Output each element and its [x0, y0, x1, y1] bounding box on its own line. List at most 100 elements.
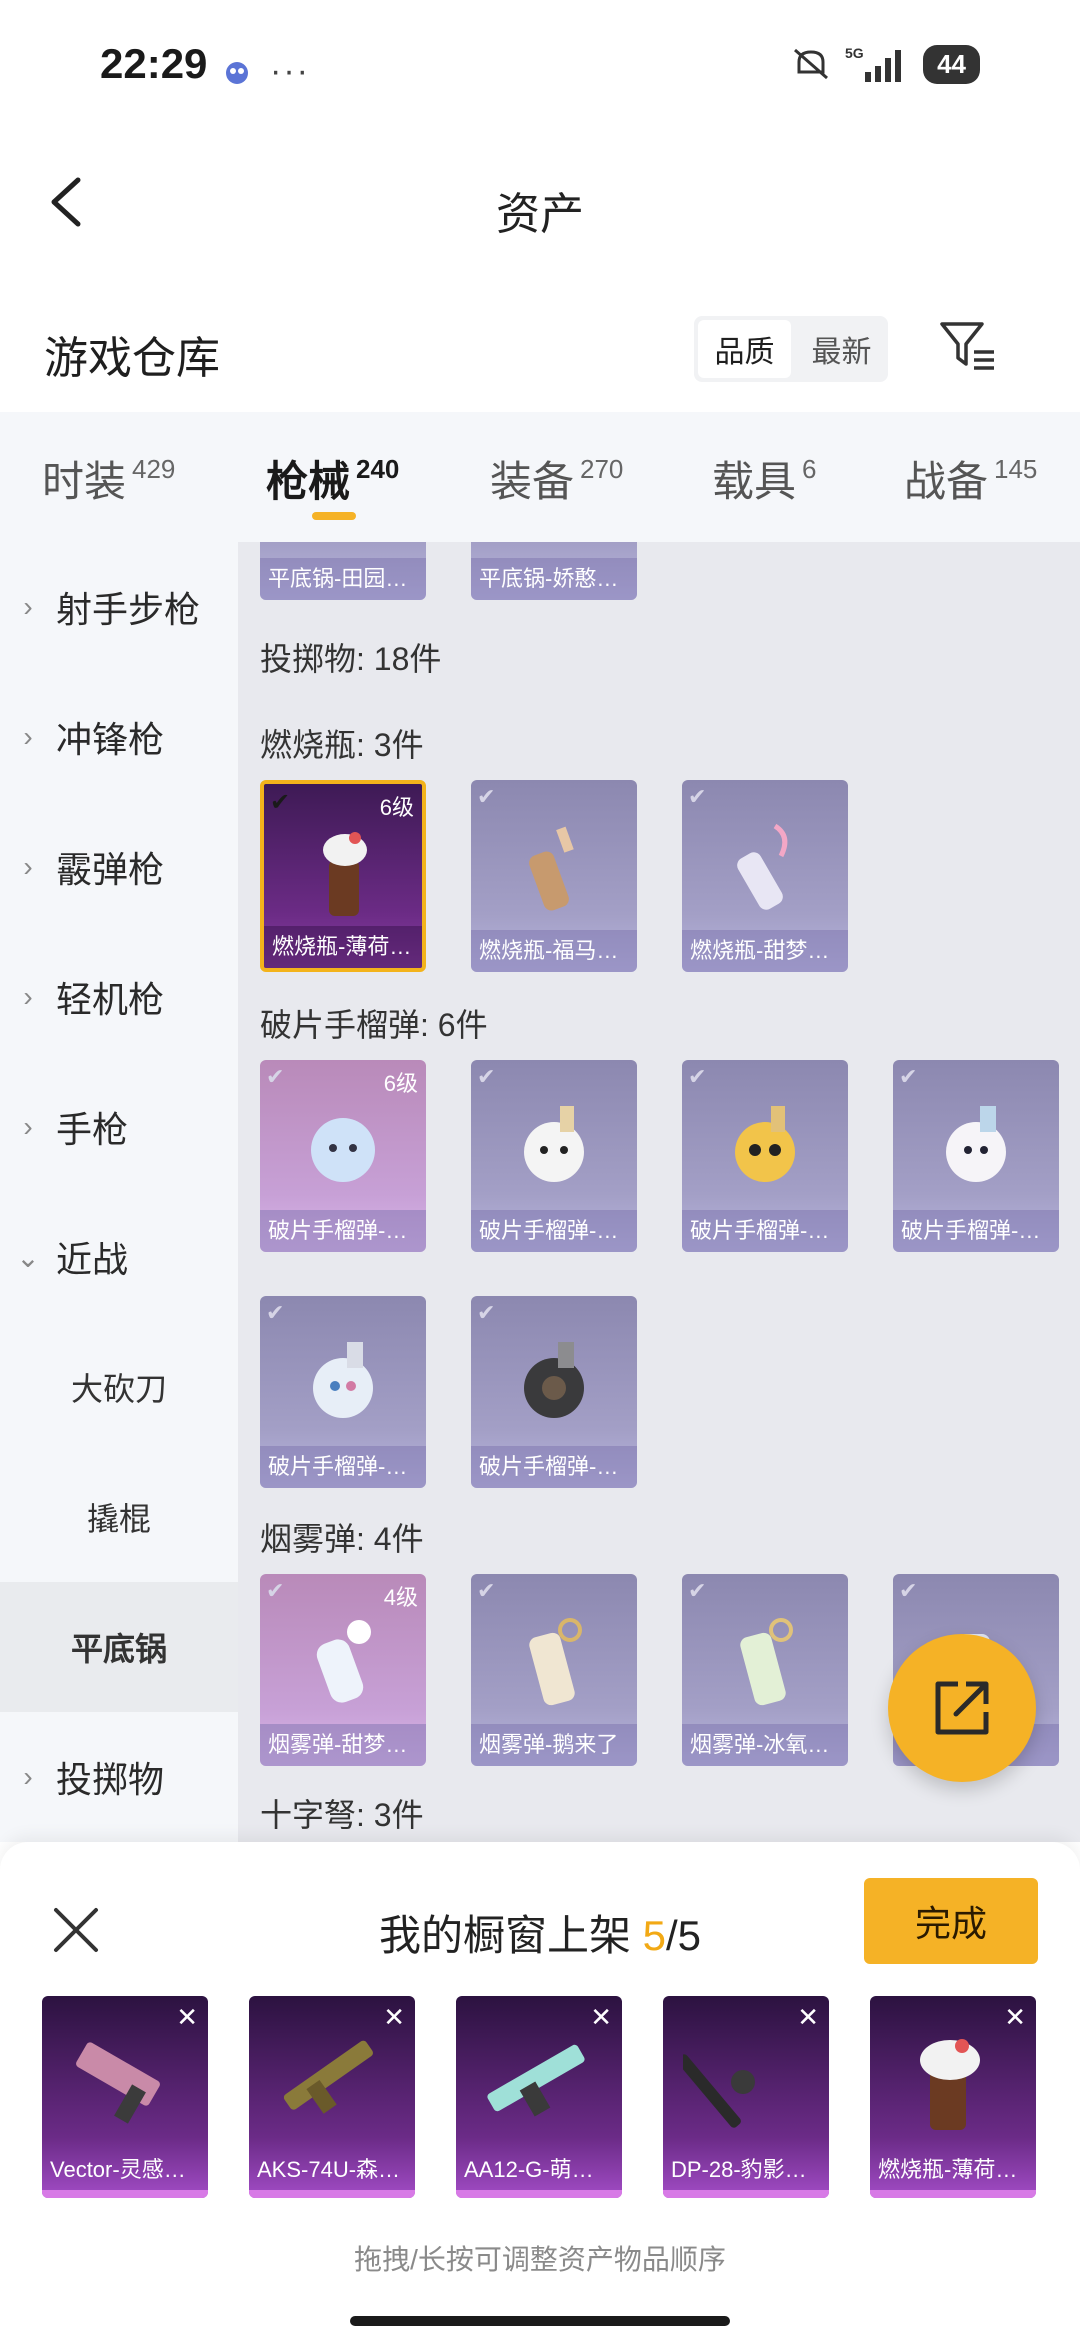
- check-icon: ✔: [477, 1064, 496, 1089]
- active-tab-indicator: [312, 512, 356, 520]
- section-label: 十字弩: 3件: [260, 1797, 424, 1833]
- section-label: 烟雾弹: 4件: [260, 1521, 424, 1557]
- sidebar-item-melee[interactable]: ⌄ 近战: [0, 1192, 238, 1322]
- shelf-item[interactable]: ✕ 燃烧瓶-薄荷…: [870, 1996, 1036, 2198]
- molotov-art: [737, 823, 788, 910]
- status-time: 22:29: [100, 40, 208, 87]
- share-button[interactable]: [888, 1634, 1036, 1782]
- filter-icon[interactable]: [938, 316, 998, 376]
- grenade-art: [524, 1106, 584, 1182]
- chevron-down-icon: ⌄: [16, 1241, 40, 1273]
- shelf-item[interactable]: ✕ DP-28-豹影…: [663, 1996, 829, 2198]
- sidebar-item-pan[interactable]: 平底锅: [0, 1582, 238, 1712]
- check-icon: ✔: [266, 1300, 285, 1325]
- check-icon: ✔: [270, 789, 291, 816]
- aa12-gun-art: [487, 2044, 585, 2117]
- sidebar-item-crowbar[interactable]: 撬棍: [0, 1452, 238, 1582]
- item-card[interactable]: ✔ 4级 烟雾弹-甜梦…: [260, 1574, 426, 1766]
- grenade-art: [524, 1342, 584, 1418]
- mute-icon: [794, 48, 829, 80]
- sidebar-item-marksman-rifle[interactable]: › 射手步枪: [0, 542, 238, 672]
- chevron-right-icon: ›: [23, 981, 33, 1012]
- tab-equipment[interactable]: 装备 270: [490, 448, 623, 509]
- signal-icon: 5G: [845, 45, 902, 82]
- item-card[interactable]: ✔ 6级 燃烧瓶-薄荷…: [260, 780, 426, 972]
- item-card[interactable]: ✔ 烟雾弹-鹅来了: [471, 1574, 637, 1766]
- item-card[interactable]: ✔ 破片手榴弹-…: [471, 1296, 637, 1488]
- svg-text:5G: 5G: [845, 45, 864, 61]
- item-card[interactable]: ✔ 破片手榴弹-…: [893, 1060, 1059, 1252]
- grenade-art: [311, 1118, 375, 1182]
- item-card[interactable]: ✔ 燃烧瓶-福马…: [471, 780, 637, 972]
- status-bar: 22:29 ··· 5G 44: [0, 0, 1080, 140]
- item-level: 6级: [379, 795, 414, 820]
- chevron-right-icon: ›: [23, 851, 33, 882]
- check-icon: ✔: [477, 1578, 496, 1603]
- item-card[interactable]: 平底锅-娇憨…: [471, 542, 637, 600]
- sort-latest-button[interactable]: 最新: [795, 316, 888, 382]
- check-icon: ✔: [688, 1578, 707, 1603]
- check-icon: ✔: [477, 784, 496, 809]
- check-icon: ✔: [899, 1578, 918, 1603]
- tab-guns[interactable]: 枪械 240: [266, 448, 399, 509]
- group-label: 投掷物: 18件: [260, 641, 442, 677]
- molotov-art: [323, 832, 367, 916]
- reorder-hint: 拖拽/长按可调整资产物品顺序: [354, 2244, 726, 2275]
- sidebar-item-smg[interactable]: › 冲锋枪: [0, 672, 238, 802]
- chevron-right-icon: ›: [23, 721, 33, 752]
- section-label: 燃烧瓶: 3件: [260, 727, 424, 763]
- sidebar-item-shotgun[interactable]: › 霰弹枪: [0, 802, 238, 932]
- check-icon: ✔: [688, 784, 707, 809]
- item-level: 6级: [383, 1071, 418, 1096]
- category-sidebar: › 射手步枪 › 冲锋枪 › 霰弹枪 › 轻机枪 › 手枪 ⌄ 近战 大砍刀 撬棍 平底锅 …: [0, 542, 238, 1842]
- shelf-item[interactable]: ✕ Vector-灵感…: [42, 1996, 208, 2198]
- sidebar-item-lmg[interactable]: › 轻机枪: [0, 932, 238, 1062]
- sort-quality-button[interactable]: 品质: [698, 320, 791, 378]
- item-card[interactable]: ✔ 破片手榴弹-…: [682, 1060, 848, 1252]
- showcase-panel: 我的橱窗上架 5/5 完成 ✕ Vector-灵感… ✕ AKS-74U-森… …: [0, 1842, 1080, 2347]
- molotov-art: [920, 2039, 980, 2130]
- item-card[interactable]: 平底锅-田园…: [260, 542, 426, 600]
- item-card[interactable]: ✔ 破片手榴弹-…: [471, 1060, 637, 1252]
- category-tabs: 时装 429 枪械 240 装备 270 载具 6 战备 145: [0, 412, 1080, 542]
- grenade-art: [946, 1106, 1006, 1182]
- item-card[interactable]: ✔ 燃烧瓶-甜梦…: [682, 780, 848, 972]
- chevron-right-icon: ›: [23, 1761, 33, 1792]
- item-card[interactable]: ✔ 烟雾弹-冰氧…: [682, 1574, 848, 1766]
- sort-toggle: 品质 最新: [694, 316, 888, 382]
- check-icon: ✔: [266, 1064, 285, 1089]
- chevron-right-icon: ›: [23, 1111, 33, 1142]
- aks74u-gun-art: [283, 2040, 373, 2114]
- repo-title: 游戏仓库: [44, 334, 220, 383]
- item-card[interactable]: ✔ 6级 破片手榴弹-…: [260, 1060, 426, 1252]
- check-icon: ✔: [477, 1300, 496, 1325]
- tab-tactical[interactable]: 战备 145: [904, 448, 1037, 509]
- smoke-grenade-art: [740, 1618, 793, 1706]
- shelf-item[interactable]: ✕ AKS-74U-森…: [249, 1996, 415, 2198]
- app-notification-icon: [226, 61, 248, 84]
- more-notifications-icon: ···: [270, 52, 310, 90]
- section-label: 破片手榴弹: 6件: [260, 1007, 488, 1043]
- grenade-art: [735, 1106, 795, 1182]
- check-icon: ✔: [688, 1064, 707, 1089]
- home-indicator[interactable]: [350, 2316, 730, 2326]
- tab-fashion[interactable]: 时装 429: [42, 448, 175, 509]
- page-title: 资产: [496, 190, 584, 239]
- share-icon: [935, 1681, 989, 1735]
- dp28-gun-art: [683, 2054, 755, 2128]
- sidebar-item-pistol[interactable]: › 手枪: [0, 1062, 238, 1192]
- shelf-item[interactable]: ✕ AA12-G-萌…: [456, 1996, 622, 2198]
- chevron-right-icon: ›: [23, 591, 33, 622]
- tab-vehicles[interactable]: 载具 6: [712, 448, 816, 509]
- battery-indicator: 44: [923, 44, 980, 84]
- check-icon: ✔: [899, 1064, 918, 1089]
- item-level: 4级: [383, 1585, 418, 1610]
- done-button[interactable]: 完成: [864, 1878, 1038, 1964]
- sidebar-item-machete[interactable]: 大砍刀: [0, 1322, 238, 1452]
- molotov-art: [529, 826, 574, 911]
- check-icon: ✔: [266, 1578, 285, 1603]
- item-card[interactable]: ✔ 破片手榴弹-…: [260, 1296, 426, 1488]
- vector-gun-art: [76, 2042, 160, 2124]
- smoke-grenade-art: [316, 1620, 371, 1703]
- sidebar-item-throwables[interactable]: › 投掷物: [0, 1712, 238, 1842]
